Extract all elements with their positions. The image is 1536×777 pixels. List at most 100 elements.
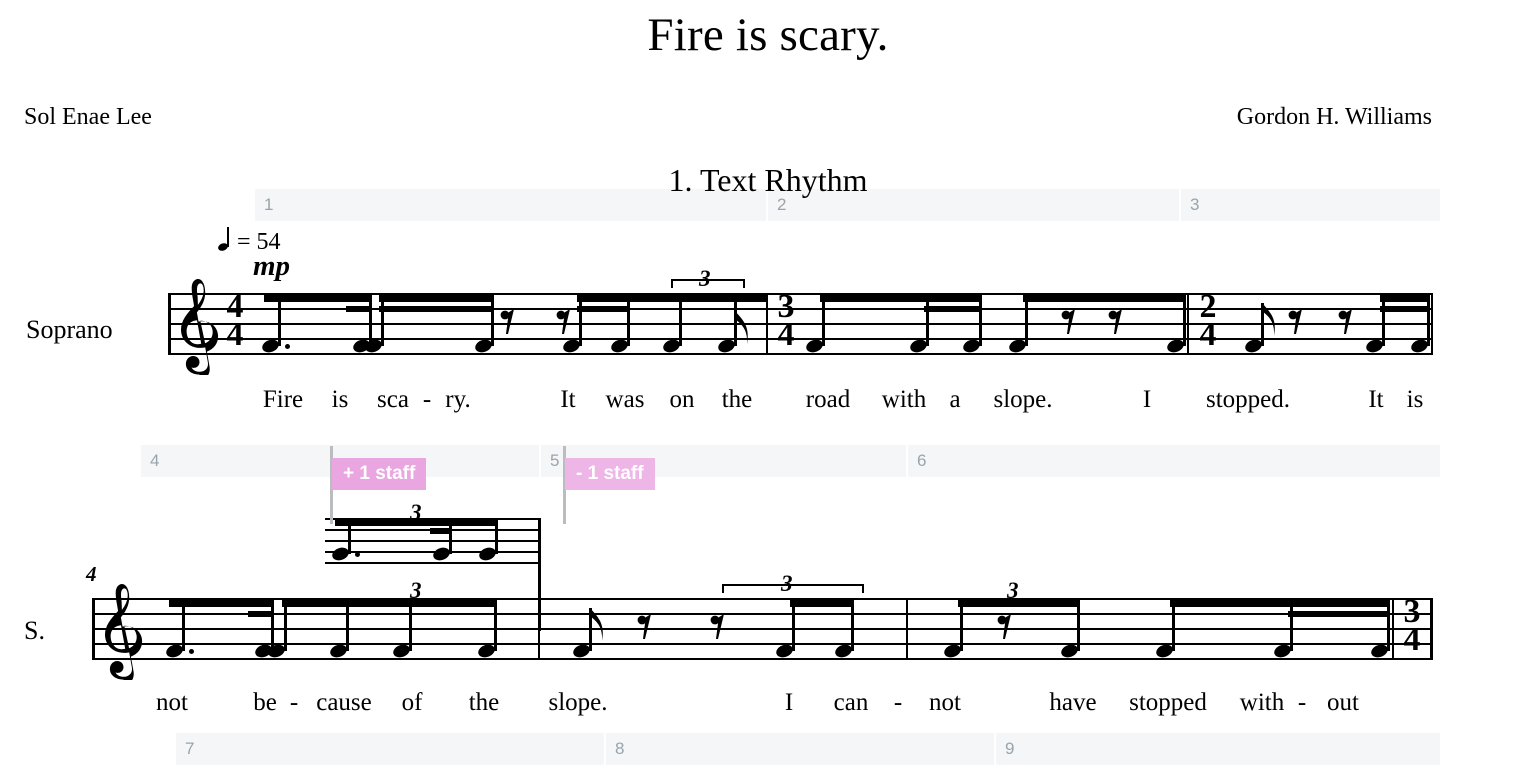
lyric-syllable: was xyxy=(605,386,645,413)
measure-box-7[interactable]: 7 xyxy=(176,733,606,765)
add-staff-badge[interactable]: + 1 staff xyxy=(332,458,427,490)
eighth-rest-icon xyxy=(1108,307,1125,337)
eighth-flag-icon xyxy=(589,608,609,644)
lyric-syllable: the xyxy=(721,386,753,413)
lyric-syllable: can xyxy=(833,689,869,716)
note-stem xyxy=(284,600,287,651)
eighth-rest-icon xyxy=(997,612,1014,642)
note-stem xyxy=(679,295,682,346)
beam xyxy=(379,295,494,302)
tuplet-number: 3 xyxy=(699,266,711,291)
time-signature-2-4[interactable]: 2 4 xyxy=(1193,290,1223,352)
beam-secondary xyxy=(577,306,630,312)
staff-system-2: 3 3 3 3 4 xyxy=(92,571,1433,680)
barline xyxy=(766,293,768,355)
barline xyxy=(538,598,540,660)
measure-number: 8 xyxy=(615,739,625,758)
dynamic-mp[interactable]: mp xyxy=(253,250,290,283)
lyric-syllable: slope. xyxy=(548,689,608,716)
note-stem xyxy=(1172,600,1175,651)
remove-staff-badge[interactable]: - 1 staff xyxy=(565,458,655,490)
beam xyxy=(790,600,854,607)
lyric-syllable: with xyxy=(881,386,927,413)
tuplet-bracket xyxy=(722,584,864,593)
note-stem xyxy=(346,600,349,651)
time-sig-denominator: 4 xyxy=(226,316,244,353)
note-stem xyxy=(1025,295,1028,346)
movement-title: 1. Text Rhythm xyxy=(668,162,868,198)
barline xyxy=(1392,598,1394,660)
beam-secondary xyxy=(1288,611,1390,617)
note-stem xyxy=(271,600,274,651)
note-stem xyxy=(822,295,825,346)
measure-box-8[interactable]: 8 xyxy=(606,733,996,765)
barline xyxy=(1187,293,1189,355)
lyric-syllable: a xyxy=(949,386,961,413)
measure-box-6[interactable]: 6 xyxy=(908,445,1440,477)
note-stem xyxy=(1183,295,1186,346)
lyric-syllable: road xyxy=(805,386,851,413)
note-stem xyxy=(851,600,854,651)
tuplet-number: 3 xyxy=(410,500,422,525)
lyric-syllable: is xyxy=(1406,386,1424,413)
lyric-hyphen: - xyxy=(1297,689,1307,716)
note-stem xyxy=(979,295,982,346)
lyric-syllable: It xyxy=(560,386,576,413)
beam xyxy=(169,600,274,607)
lyric-syllable: slope. xyxy=(993,386,1053,413)
note-stem xyxy=(495,519,498,554)
measure-box-9[interactable]: 9 xyxy=(996,733,1440,765)
lyric-syllable: I xyxy=(784,689,794,716)
treble-clef-icon xyxy=(102,584,144,680)
eighth-rest-icon xyxy=(1338,307,1355,337)
tuplet-number: 3 xyxy=(410,578,422,603)
tuplet-number: 3 xyxy=(781,571,793,596)
lyric-hyphen: - xyxy=(893,689,903,716)
note-stem xyxy=(449,519,452,554)
lyric-hyphen: - xyxy=(422,386,432,413)
staff-line xyxy=(92,628,1433,630)
part-label-soprano: Soprano xyxy=(26,315,113,344)
eighth-rest-icon xyxy=(1288,307,1305,337)
measure-number: 6 xyxy=(917,451,927,470)
lyric-syllable: not xyxy=(929,689,961,716)
note-stem xyxy=(1427,295,1430,346)
lyric-syllable: Fire xyxy=(262,386,304,413)
lyric-syllable: ry. xyxy=(445,386,471,413)
beam xyxy=(577,295,766,302)
note-stem xyxy=(1290,600,1293,651)
note-stem xyxy=(348,519,351,554)
beam-secondary xyxy=(379,306,494,312)
note-stem xyxy=(491,295,494,346)
barline xyxy=(906,598,908,660)
time-sig-denominator: 4 xyxy=(777,316,795,353)
quarter-note-icon xyxy=(218,227,237,255)
lyric-syllable: have xyxy=(1049,689,1097,716)
eighth-rest-icon xyxy=(637,612,654,642)
eighth-rest-icon xyxy=(710,612,727,642)
measure-number: 9 xyxy=(1005,739,1015,758)
staff-line xyxy=(325,562,541,564)
time-signature-3-4-end[interactable]: 3 4 xyxy=(1397,595,1427,658)
eighth-flag-icon xyxy=(1261,303,1281,339)
note-stem xyxy=(1387,600,1390,651)
staff-line xyxy=(92,643,1433,645)
augmentation-dot xyxy=(285,344,290,349)
score-page: Fire is scary. Sol Enae Lee Gordon H. Wi… xyxy=(0,0,1536,777)
staff-line xyxy=(168,353,1433,355)
note-stem xyxy=(494,600,497,651)
barline-end xyxy=(1430,598,1433,660)
time-signature-3-4[interactable]: 3 4 xyxy=(771,290,801,353)
lyric-syllable: on xyxy=(669,386,695,413)
beam xyxy=(958,600,1080,607)
note-stem xyxy=(278,295,281,346)
staff-ossia: 3 xyxy=(325,500,541,631)
beam xyxy=(1380,295,1430,302)
lyric-syllable: the xyxy=(468,689,500,716)
time-signature-4-4[interactable]: 4 4 xyxy=(220,290,250,353)
time-sig-denominator: 4 xyxy=(1403,621,1421,658)
note-stem xyxy=(369,295,372,346)
note-stem xyxy=(1077,600,1080,651)
tuplet-number: 3 xyxy=(1007,578,1019,603)
staff-line xyxy=(325,540,541,542)
